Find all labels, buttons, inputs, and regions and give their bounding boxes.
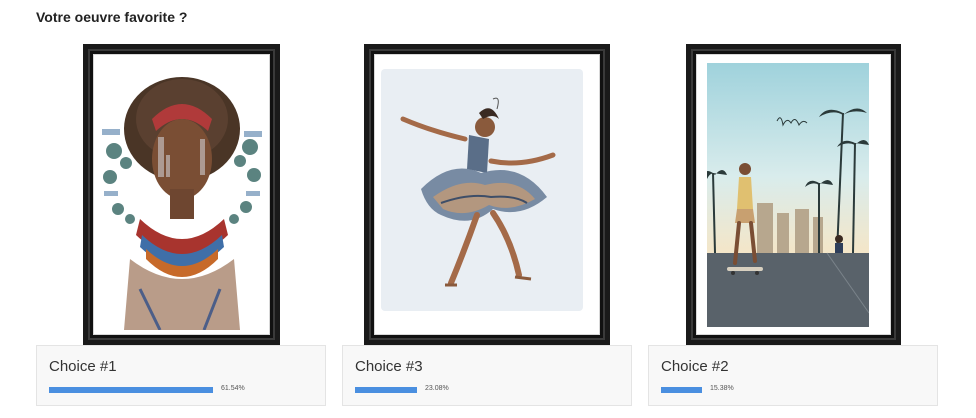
artwork-frame-1[interactable] bbox=[83, 44, 280, 345]
result-percentage: 61.54% bbox=[221, 385, 245, 392]
artwork-portrait-image bbox=[100, 59, 263, 330]
result-bar bbox=[49, 387, 213, 393]
artwork-dancer-image bbox=[381, 69, 583, 311]
result-bar-fill bbox=[355, 387, 417, 393]
artwork-frame-2[interactable] bbox=[364, 44, 610, 345]
choice-item-1: Choice #1 61.54% bbox=[36, 0, 326, 418]
choice-label: Choice #2 bbox=[661, 358, 729, 375]
choice-label: Choice #3 bbox=[355, 358, 423, 375]
result-percentage: 15.38% bbox=[710, 385, 734, 392]
artwork-skater-image bbox=[707, 63, 869, 327]
choice-item-2: Choice #3 23.08% bbox=[342, 0, 632, 418]
choice-card-1[interactable]: Choice #1 61.54% bbox=[36, 345, 326, 406]
result-bar bbox=[661, 387, 825, 393]
artwork-frame-3[interactable] bbox=[686, 44, 901, 345]
result-bar-fill bbox=[661, 387, 702, 393]
result-percentage: 23.08% bbox=[425, 385, 449, 392]
choice-card-2[interactable]: Choice #3 23.08% bbox=[342, 345, 632, 406]
choice-item-3: Choice #2 15.38% bbox=[648, 0, 938, 418]
choice-card-3[interactable]: Choice #2 15.38% bbox=[648, 345, 938, 406]
choice-label: Choice #1 bbox=[49, 358, 117, 375]
result-bar-fill bbox=[49, 387, 213, 393]
